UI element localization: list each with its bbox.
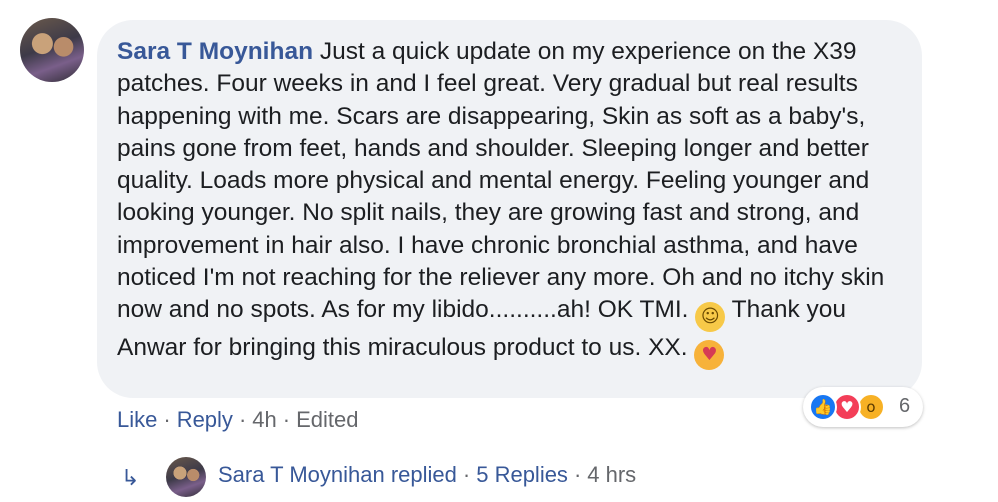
view-replies-link[interactable]: 5 Replies <box>476 462 568 487</box>
comment-author-link[interactable]: Sara T Moynihan <box>117 38 313 65</box>
winking-face-icon: ☺ <box>695 302 726 333</box>
like-reaction-icon: 👍 <box>809 393 837 421</box>
reply-author-avatar[interactable] <box>166 457 206 497</box>
replies-author-link[interactable]: Sara T Moynihan replied <box>218 462 457 487</box>
comment-body-part1: Just a quick update on my experience on … <box>117 38 885 324</box>
separator: · <box>573 462 582 487</box>
separator: · <box>238 407 247 432</box>
comment-actions: Like · Reply · 4h · Edited <box>117 407 358 433</box>
author-avatar[interactable] <box>20 18 84 82</box>
edited-label[interactable]: Edited <box>296 407 358 432</box>
wow-reaction-icon: o <box>857 393 885 421</box>
reactions-summary[interactable]: 👍 ♥ o 6 <box>803 387 923 427</box>
love-reaction-icon: ♥ <box>833 393 861 421</box>
replies-timestamp: 4 hrs <box>587 462 637 487</box>
reply-arrow-icon: ↳ <box>121 466 140 491</box>
separator: · <box>163 407 171 432</box>
smiling-face-with-hearts-icon: ♥ <box>694 340 725 371</box>
reaction-count: 6 <box>899 395 911 417</box>
like-button[interactable]: Like <box>117 407 157 432</box>
comment-timestamp[interactable]: 4h <box>252 407 276 432</box>
comment-text: Sara T Moynihan Just a quick update on m… <box>117 36 907 371</box>
replies-summary[interactable]: Sara T Moynihan replied · 5 Replies · 4 hrs <box>218 462 636 488</box>
separator: · <box>282 407 291 432</box>
separator: · <box>462 462 471 487</box>
reply-button[interactable]: Reply <box>177 407 233 432</box>
